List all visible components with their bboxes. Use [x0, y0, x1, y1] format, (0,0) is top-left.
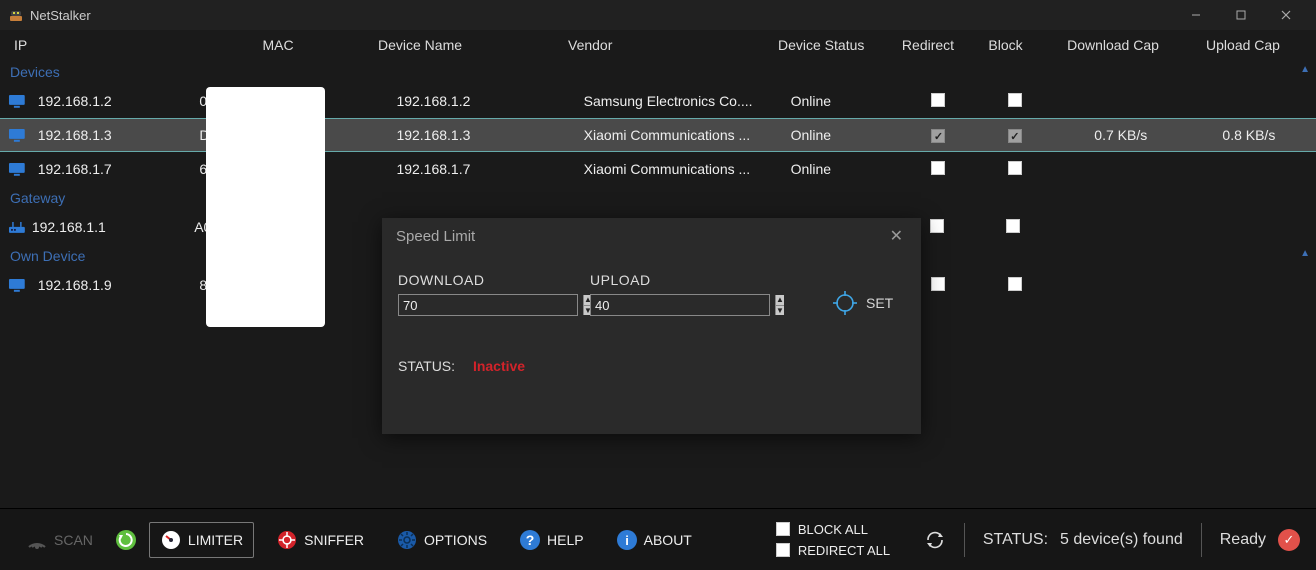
redirect-all-label: REDIRECT ALL — [798, 543, 890, 558]
gauge-icon — [160, 529, 182, 551]
redirect-all-checkbox[interactable] — [776, 543, 790, 557]
cell-status: Online — [791, 93, 899, 109]
info-icon: i — [616, 529, 638, 551]
sync-icon[interactable] — [924, 529, 946, 551]
col-header-name[interactable]: Device Name — [378, 37, 568, 53]
speed-limit-dialog: Speed Limit ✕ DOWNLOAD ▲ ▼ UPLOAD — [382, 218, 921, 434]
col-header-status[interactable]: Device Status — [778, 37, 888, 53]
block-checkbox[interactable] — [1006, 219, 1020, 233]
group-own-label: Own Device — [10, 248, 85, 264]
group-devices[interactable]: Devices ▲ — [0, 60, 1316, 84]
status-value: 5 device(s) found — [1060, 531, 1183, 549]
block-checkbox[interactable] — [1008, 129, 1022, 143]
cell-ip: 192.168.1.7 — [32, 161, 200, 177]
svg-text:?: ? — [526, 532, 535, 548]
target-icon — [832, 290, 858, 316]
set-label: SET — [866, 295, 893, 311]
options-button[interactable]: OPTIONS — [386, 523, 497, 557]
upload-input[interactable]: ▲ ▼ — [590, 294, 770, 316]
scan-button[interactable]: SCAN — [16, 523, 103, 557]
cell-ip: 192.168.1.2 — [32, 93, 200, 109]
monitor-icon — [8, 94, 26, 108]
col-header-dcap[interactable]: Download Cap — [1043, 37, 1183, 53]
collapse-icon[interactable]: ▲ — [1300, 64, 1310, 75]
col-header-mac[interactable]: MAC — [178, 37, 378, 53]
close-icon[interactable]: ✕ — [886, 222, 907, 250]
redirect-checkbox[interactable] — [931, 161, 945, 175]
help-icon: ? — [519, 529, 541, 551]
collapse-icon[interactable]: ▲ — [1300, 248, 1310, 259]
monitor-icon — [8, 128, 26, 142]
title-bar: NetStalker — [0, 0, 1316, 30]
redirect-checkbox[interactable] — [930, 219, 944, 233]
spin-down-icon[interactable]: ▼ — [775, 305, 784, 316]
sniffer-button[interactable]: SNIFFER — [266, 523, 374, 557]
cell-name: 192.168.1.2 — [396, 93, 583, 109]
status-label: STATUS: — [398, 358, 455, 374]
about-button[interactable]: i ABOUT — [606, 523, 702, 557]
col-header-vendor[interactable]: Vendor — [568, 37, 778, 53]
group-devices-label: Devices — [10, 64, 60, 80]
help-button[interactable]: ? HELP — [509, 523, 594, 557]
router-icon — [8, 220, 26, 234]
cell-ip: 192.168.1.1 — [26, 219, 194, 235]
redirect-checkbox[interactable] — [931, 93, 945, 107]
minimize-button[interactable] — [1173, 0, 1218, 30]
spin-up-icon[interactable]: ▲ — [775, 295, 784, 305]
cell-name: 192.168.1.3 — [396, 127, 583, 143]
block-checkbox[interactable] — [1008, 161, 1022, 175]
cell-ucap: 0.8 KB/s — [1190, 127, 1308, 143]
gear-icon — [396, 529, 418, 551]
redirect-checkbox[interactable] — [931, 129, 945, 143]
column-header-row: IP MAC Device Name Vendor Device Status … — [0, 30, 1316, 60]
col-header-block[interactable]: Block — [968, 37, 1043, 53]
app-icon — [8, 7, 24, 23]
redirect-checkbox[interactable] — [931, 277, 945, 291]
cell-vendor: Xiaomi Communications ... — [584, 161, 791, 177]
radar-icon — [26, 529, 48, 551]
svg-text:i: i — [625, 533, 629, 548]
upload-label: UPLOAD — [590, 272, 770, 288]
group-gateway[interactable]: Gateway — [0, 186, 1316, 210]
status-value: Inactive — [473, 358, 525, 374]
cell-ip: 192.168.1.9 — [32, 277, 200, 293]
block-checkbox[interactable] — [1008, 93, 1022, 107]
group-gateway-label: Gateway — [10, 190, 65, 206]
dialog-title: Speed Limit — [396, 228, 475, 245]
cell-status: Online — [791, 161, 899, 177]
col-header-redirect[interactable]: Redirect — [888, 37, 968, 53]
col-header-ucap[interactable]: Upload Cap — [1183, 37, 1303, 53]
block-all-checkbox[interactable] — [776, 522, 790, 536]
crosshair-icon — [276, 529, 298, 551]
cell-status: Online — [791, 127, 899, 143]
table-row[interactable]: 192.168.1.7 64D 192.168.1.7 Xiaomi Commu… — [0, 152, 1316, 186]
download-input[interactable]: ▲ ▼ — [398, 294, 578, 316]
monitor-icon — [8, 278, 26, 292]
upload-field[interactable] — [591, 295, 775, 315]
occluder — [206, 87, 325, 327]
table-row[interactable]: 192.168.1.3 DC 192.168.1.3 Xiaomi Commun… — [0, 118, 1316, 152]
cell-vendor: Samsung Electronics Co.... — [584, 93, 791, 109]
download-field[interactable] — [399, 295, 583, 315]
cell-vendor: Xiaomi Communications ... — [584, 127, 791, 143]
maximize-button[interactable] — [1218, 0, 1263, 30]
limiter-button[interactable]: LIMITER — [149, 522, 254, 558]
cell-name: 192.168.1.7 — [396, 161, 583, 177]
col-header-ip[interactable]: IP — [8, 37, 178, 53]
block-checkbox[interactable] — [1008, 277, 1022, 291]
status-label: STATUS: — [983, 531, 1048, 549]
table-row[interactable]: 192.168.1.2 08E 192.168.1.2 Samsung Elec… — [0, 84, 1316, 118]
monitor-icon — [8, 162, 26, 176]
bottom-toolbar: SCAN LIMITER SNIFFER OPTIONS ? HELP i AB… — [0, 508, 1316, 570]
cell-ip: 192.168.1.3 — [32, 127, 200, 143]
app-title: NetStalker — [30, 8, 91, 23]
block-all-label: BLOCK ALL — [798, 522, 868, 537]
cell-dcap: 0.7 KB/s — [1052, 127, 1190, 143]
refresh-button[interactable] — [115, 529, 137, 551]
ready-label: Ready — [1220, 531, 1266, 549]
set-button[interactable]: SET — [832, 290, 893, 316]
ready-indicator-icon — [1278, 529, 1300, 551]
close-button[interactable] — [1263, 0, 1308, 30]
download-label: DOWNLOAD — [398, 272, 578, 288]
